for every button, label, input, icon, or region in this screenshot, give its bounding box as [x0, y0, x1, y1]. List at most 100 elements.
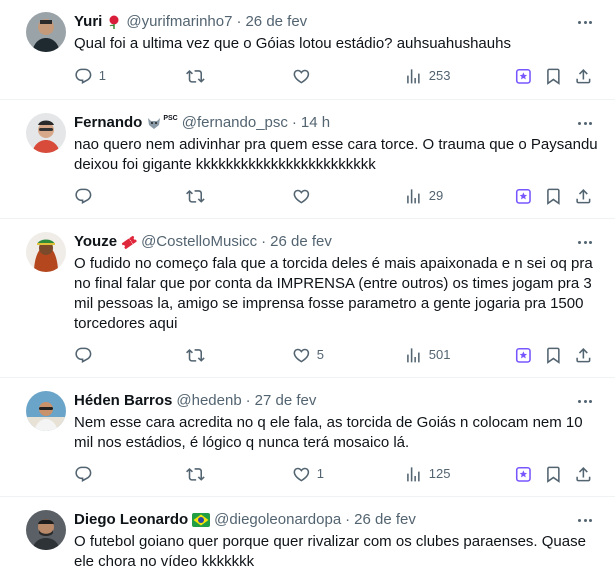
timestamp[interactable]: 26 de fev — [270, 232, 332, 252]
tweet-text: Nem esse cara acredita no q ele fala, as… — [74, 414, 587, 451]
separator: · — [245, 392, 251, 409]
retweet-icon — [186, 465, 205, 484]
reply-icon — [74, 346, 93, 365]
more-options-icon[interactable] — [571, 12, 599, 32]
heart-icon — [292, 67, 311, 86]
user-handle[interactable]: @fernando_psc — [182, 113, 288, 133]
share-button[interactable] — [574, 464, 593, 484]
tweet-text: O futebol goiano quer porque quer rivali… — [74, 533, 591, 570]
bookmark-button[interactable] — [544, 464, 563, 484]
share-icon — [574, 67, 593, 86]
views-button[interactable]: 253 — [404, 66, 450, 86]
display-name[interactable]: Youze — [74, 232, 117, 252]
more-options-icon[interactable] — [571, 510, 599, 530]
user-handle[interactable]: @diegoleonardopa — [214, 510, 341, 530]
reply-button[interactable] — [74, 345, 93, 365]
tweet-text: Qual foi a ultima vez que o Góias lotou … — [74, 35, 511, 52]
tweet[interactable]: Héden Barros @hedenb · 27 de fev Nem ess… — [0, 379, 615, 497]
tweet-text: nao quero nem adivinhar pra quem esse ca… — [74, 136, 602, 173]
share-icon — [574, 465, 593, 484]
retweet-button[interactable] — [186, 186, 205, 206]
bookmark-icon — [544, 67, 563, 86]
grok-icon — [514, 465, 533, 484]
like-count: 5 — [316, 347, 324, 362]
view-count: 125 — [428, 466, 451, 481]
views-button[interactable]: 29 — [404, 186, 443, 206]
brazil-flag-emoji-icon — [192, 513, 211, 527]
heart-icon — [292, 346, 311, 365]
separator: · — [261, 233, 267, 250]
reply-icon — [74, 465, 93, 484]
views-button[interactable]: 501 — [404, 345, 450, 365]
grok-button[interactable] — [514, 345, 533, 365]
tweet[interactable]: Youze @CostelloMusicc · 26 de fev O fudi… — [0, 220, 615, 378]
avatar[interactable] — [26, 12, 66, 52]
tweet[interactable]: Diego Leonardo @diegoleonardopa · 26 de … — [0, 498, 615, 573]
bookmark-button[interactable] — [544, 345, 563, 365]
views-chart-icon — [404, 67, 423, 86]
display-name[interactable]: Héden Barros — [74, 391, 172, 411]
bookmark-button[interactable] — [544, 186, 563, 206]
display-name[interactable]: Fernando — [74, 113, 142, 133]
grok-icon — [514, 346, 533, 365]
retweet-button[interactable] — [186, 464, 205, 484]
bookmark-icon — [544, 346, 563, 365]
separator: · — [291, 114, 297, 131]
share-button[interactable] — [574, 345, 593, 365]
display-name[interactable]: Yuri — [74, 12, 102, 32]
retweet-button[interactable] — [186, 345, 205, 365]
reply-count: 1 — [98, 68, 106, 83]
more-options-icon[interactable] — [571, 391, 599, 411]
like-button[interactable] — [292, 66, 311, 86]
tweet[interactable]: Fernando PSC @fernando_psc · 14 h nao qu… — [0, 101, 615, 219]
avatar[interactable] — [26, 113, 66, 153]
grok-icon — [514, 67, 533, 86]
view-count: 501 — [428, 347, 451, 362]
more-options-icon[interactable] — [571, 232, 599, 252]
reply-button[interactable]: 1 — [74, 66, 106, 86]
avatar[interactable] — [26, 232, 66, 272]
avatar[interactable] — [26, 391, 66, 431]
tweet-text: O fudido no começo fala que a torcida de… — [74, 255, 597, 332]
user-handle[interactable]: @CostelloMusicc — [141, 232, 257, 252]
heart-icon — [292, 187, 311, 206]
display-name[interactable]: Diego Leonardo — [74, 510, 188, 530]
grok-button[interactable] — [514, 66, 533, 86]
like-count: 1 — [316, 466, 324, 481]
grok-button[interactable] — [514, 186, 533, 206]
grok-button[interactable] — [514, 464, 533, 484]
retweet-icon — [186, 346, 205, 365]
view-count: 29 — [428, 188, 444, 203]
like-button[interactable]: 1 — [292, 464, 324, 484]
retweet-button[interactable] — [186, 66, 205, 86]
avatar[interactable] — [26, 510, 66, 550]
reply-icon — [74, 187, 93, 206]
grok-icon — [514, 187, 533, 206]
reply-icon — [74, 67, 93, 86]
wolf-psc-emoji-icon: PSC — [146, 115, 178, 131]
more-options-icon[interactable] — [571, 113, 599, 133]
like-button[interactable] — [292, 186, 311, 206]
reply-button[interactable] — [74, 464, 93, 484]
retweet-icon — [186, 67, 205, 86]
tweet[interactable]: Yuri @yurifmarinho7 · 26 de fev Qual foi… — [0, 0, 615, 100]
timestamp[interactable]: 26 de fev — [354, 510, 416, 530]
badge-text: PSC — [163, 115, 178, 122]
retweet-icon — [186, 187, 205, 206]
views-button[interactable]: 125 — [404, 464, 450, 484]
share-icon — [574, 346, 593, 365]
timestamp[interactable]: 14 h — [301, 113, 330, 133]
like-button[interactable]: 5 — [292, 345, 324, 365]
timestamp[interactable]: 27 de fev — [255, 391, 317, 411]
timestamp[interactable]: 26 de fev — [245, 12, 307, 32]
user-handle[interactable]: @hedenb — [176, 391, 241, 411]
share-button[interactable] — [574, 66, 593, 86]
views-chart-icon — [404, 465, 423, 484]
views-chart-icon — [404, 187, 423, 206]
reply-button[interactable] — [74, 186, 93, 206]
views-chart-icon — [404, 346, 423, 365]
share-button[interactable] — [574, 186, 593, 206]
bookmark-button[interactable] — [544, 66, 563, 86]
heart-icon — [292, 465, 311, 484]
user-handle[interactable]: @yurifmarinho7 — [126, 12, 232, 32]
